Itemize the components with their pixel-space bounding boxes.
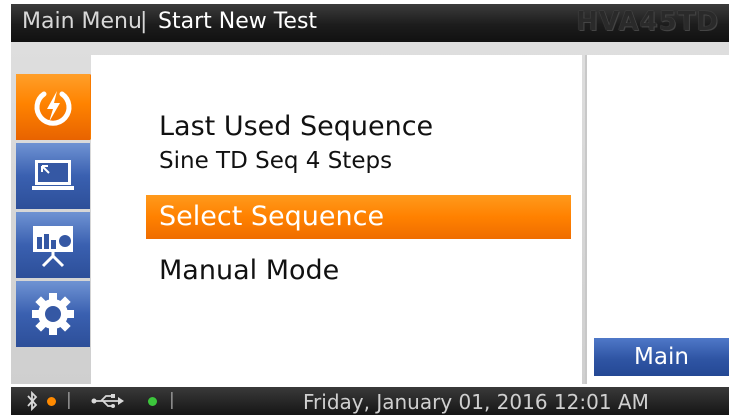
nav-item-settings[interactable] — [16, 281, 90, 347]
bluetooth-icon — [27, 391, 38, 411]
nav-item-start-test[interactable] — [16, 74, 125, 140]
manual-mode-option[interactable]: Manual Mode — [146, 249, 571, 293]
main-button[interactable]: Main — [594, 338, 729, 376]
monitor-icon — [32, 160, 74, 190]
date-time: Friday, January 01, 2016 12:01 AM — [303, 390, 649, 414]
breadcrumb-main-menu[interactable]: Main Menu — [22, 9, 142, 34]
usb-status-dot — [148, 397, 157, 406]
status-separator: | — [66, 390, 72, 410]
main-panel: Last Used Sequence Sine TD Seq 4 Steps S… — [91, 55, 582, 384]
bluetooth-status-dot — [47, 397, 56, 406]
presentation-chart-icon — [33, 226, 73, 268]
status-separator: | — [169, 390, 175, 410]
last-used-title: Last Used Sequence — [159, 111, 434, 142]
model-name: HVA45TD — [576, 7, 719, 37]
page-title: Start New Test — [158, 9, 318, 34]
title-bar: Main Menu | Start New Test HVA45TD — [11, 4, 729, 42]
usb-icon — [91, 394, 124, 408]
nav-item-monitor[interactable] — [16, 143, 90, 209]
nav-item-presentation[interactable] — [16, 212, 90, 278]
side-nav — [16, 74, 125, 350]
instrument-screen: Main Menu | Start New Test HVA45TD Last … — [0, 0, 738, 417]
select-sequence-option[interactable]: Select Sequence — [146, 195, 571, 239]
gear-icon — [32, 293, 74, 335]
last-used-value[interactable]: Sine TD Seq 4 Steps — [159, 148, 392, 174]
power-bolt-icon — [34, 91, 72, 126]
right-panel — [587, 55, 729, 384]
breadcrumb-separator: | — [140, 9, 148, 34]
status-bar: | | Friday, January 01, 2016 12:01 AM — [11, 387, 729, 415]
